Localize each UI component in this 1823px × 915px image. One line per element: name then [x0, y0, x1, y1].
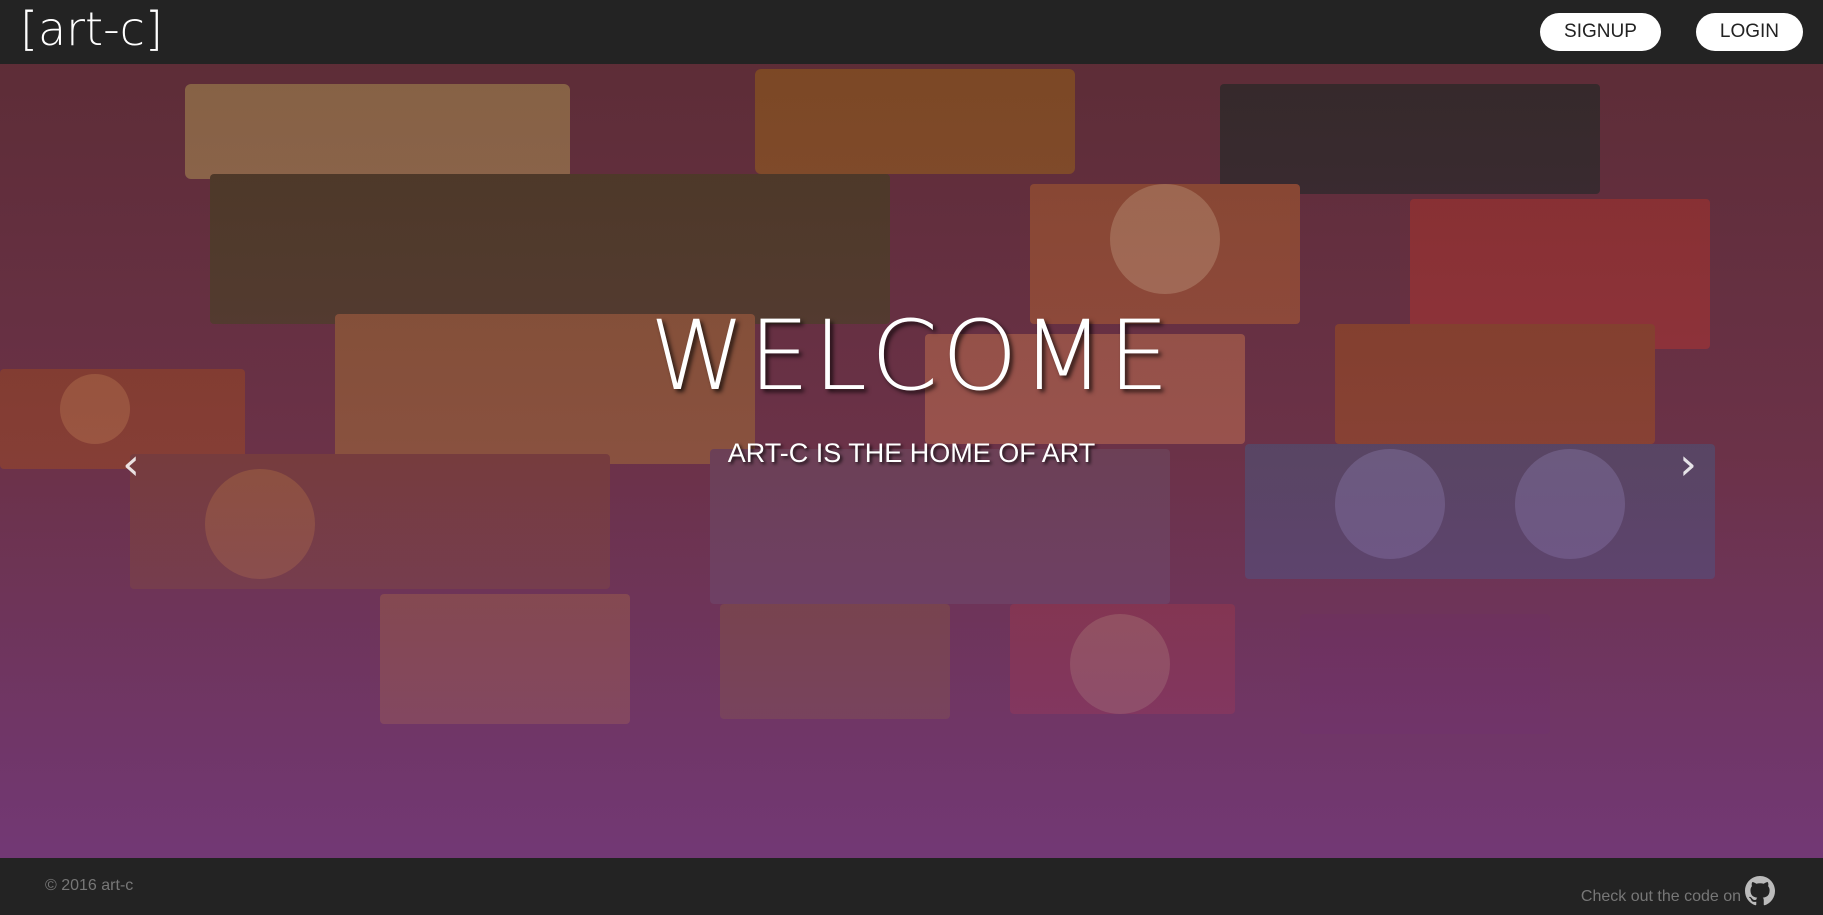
- signup-button[interactable]: SIGNUP: [1540, 13, 1661, 51]
- navbar: [art-c] SIGNUP LOGIN: [0, 0, 1823, 64]
- hero-caption: WELCOME ART-C IS THE HOME OF ART: [0, 300, 1823, 469]
- chevron-right-icon: ›: [1679, 438, 1697, 490]
- hero-title: WELCOME: [649, 300, 1174, 412]
- github-link[interactable]: Check out the code on: [1581, 876, 1775, 906]
- carousel-next-button[interactable]: ›: [1668, 434, 1708, 494]
- code-link-text: Check out the code on: [1580, 888, 1741, 905]
- hero-carousel: WELCOME ART-C IS THE HOME OF ART ‹ ›: [0, 64, 1823, 858]
- hero-subtitle: ART-C IS THE HOME OF ART: [727, 437, 1096, 468]
- login-button[interactable]: LOGIN: [1695, 13, 1803, 51]
- copyright-text: © 2016 art-c: [45, 877, 134, 894]
- brand-logo[interactable]: [art-c]: [20, 6, 163, 52]
- chevron-left-icon: ‹: [122, 438, 140, 490]
- footer: © 2016 art-c Check out the code on: [0, 858, 1823, 915]
- nav-actions: SIGNUP LOGIN: [1540, 13, 1803, 51]
- github-icon: [1745, 876, 1775, 906]
- carousel-prev-button[interactable]: ‹: [111, 434, 151, 494]
